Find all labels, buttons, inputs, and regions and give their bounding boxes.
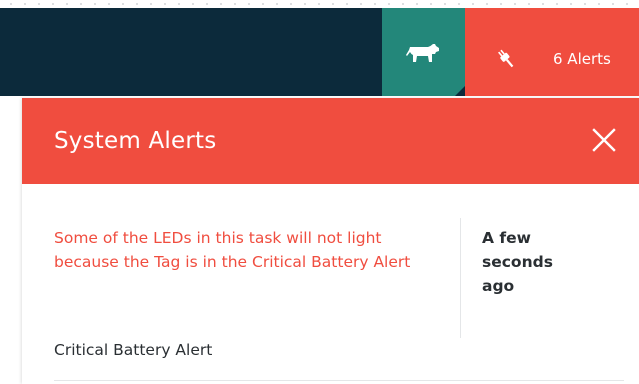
system-alerts-panel: System Alerts Some of the LEDs in this t… (22, 98, 639, 384)
alert-type: Critical Battery Alert (54, 341, 213, 359)
alert-column-divider (460, 218, 461, 338)
panel-title: System Alerts (54, 128, 217, 154)
close-button[interactable] (582, 118, 626, 162)
nav-dark-area (0, 8, 382, 96)
topbar-dotted-border (0, 0, 639, 8)
herd-tab[interactable] (382, 8, 465, 96)
alert-message: Some of the LEDs in this task will not l… (54, 229, 411, 271)
alerts-tab[interactable]: 6 Alerts (465, 8, 639, 96)
panel-header: System Alerts (22, 98, 639, 184)
plug-icon (498, 49, 514, 68)
cow-icon (406, 44, 439, 62)
top-navigation-bar: 6 Alerts (0, 0, 639, 98)
close-icon (592, 128, 616, 152)
alerts-count-label: 6 Alerts (553, 50, 611, 68)
alert-timestamp: A few seconds ago (482, 229, 553, 295)
tab-corner (455, 86, 465, 96)
page-left-strip (0, 98, 22, 384)
alert-divider (54, 380, 624, 381)
